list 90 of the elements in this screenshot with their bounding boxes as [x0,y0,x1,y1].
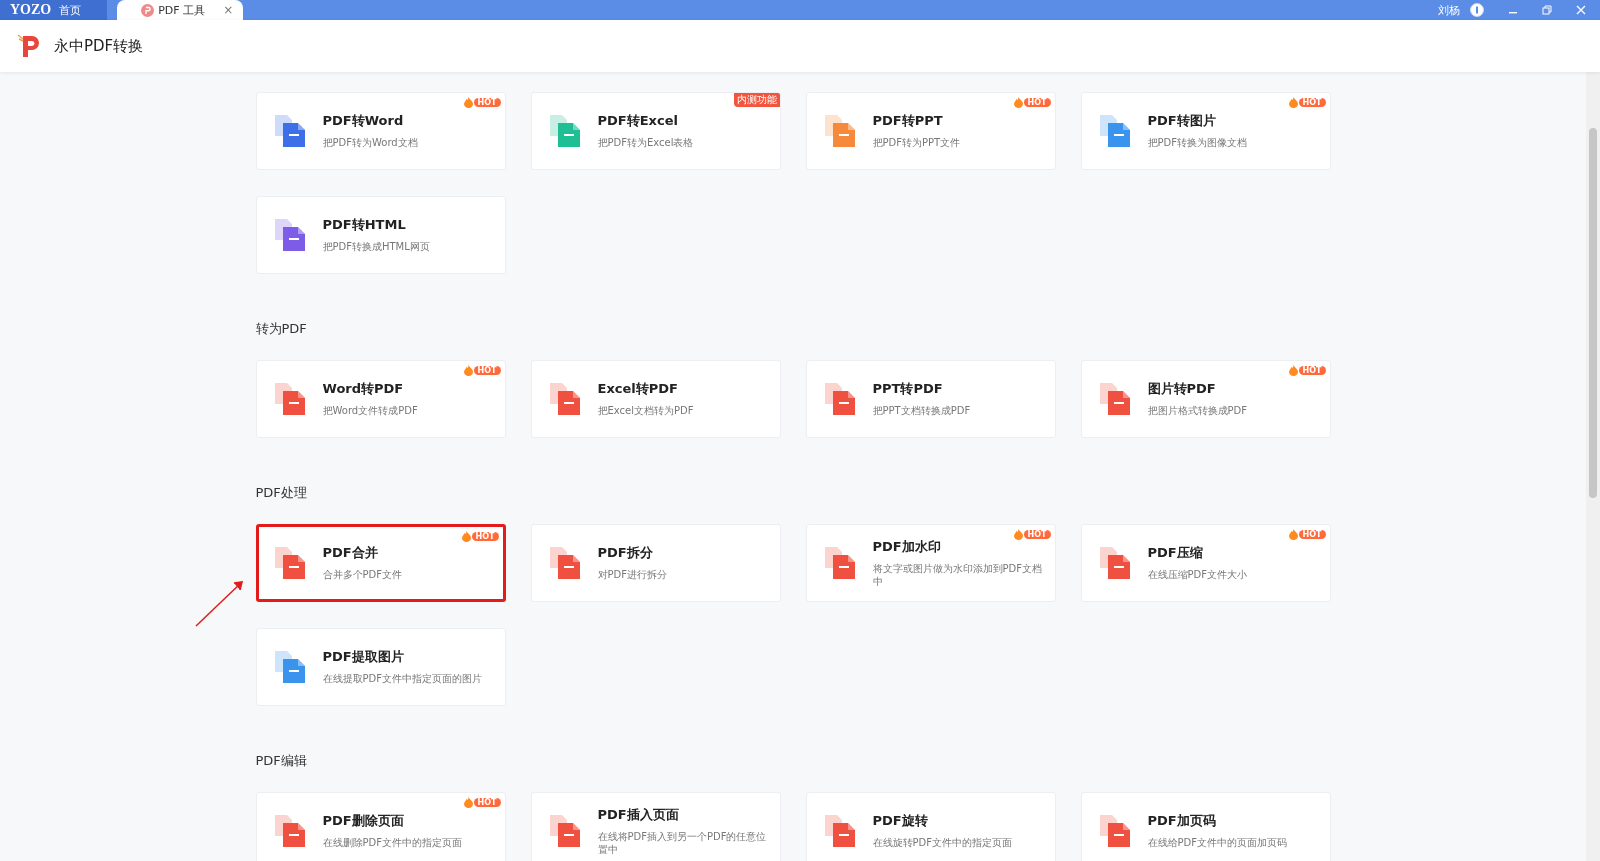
flame-icon [1013,529,1023,540]
badge-label: HOT [471,532,499,541]
logo-text: YOZO [10,2,52,18]
card-description: 将文字或图片做为水印添加到PDF文档中 [872,561,1043,589]
card-description: 在线旋转PDF文件中的指定页面 [872,836,1012,850]
tab[interactable]: PDF 工具 × [117,0,244,20]
flame-icon [463,797,473,808]
card-title: PDF提取图片 [322,648,405,667]
card-description: 在线压缩PDF文件大小 [1147,568,1247,582]
card-title: PDF合并 [322,544,379,563]
flame-icon [1288,365,1298,376]
tool-card[interactable]: PDF旋转 在线旋转PDF文件中的指定页面 [805,792,1056,861]
home-label: 首页 [59,2,82,18]
tool-card[interactable]: PDF转Word 把PDF转为Word文档 HOT [255,92,506,170]
tool-card[interactable]: PDF转HTML 把PDF转换成HTML网页 [255,196,506,274]
card-description: 合并多个PDF文件 [322,568,402,582]
card-title: PDF转PPT [872,112,944,131]
tool-card[interactable]: PDF转PPT 把PDF转为PPT文件 HOT [805,92,1056,170]
tool-card[interactable]: Excel转PDF 把Excel文档转为PDF [530,360,781,438]
tool-card[interactable]: PDF拆分 对PDF进行拆分 [530,524,781,602]
home-tab[interactable]: YOZO 首页 [0,0,108,20]
card-description: 把Word文件转成PDF [322,404,418,418]
card-description: 把PDF转换成HTML网页 [322,240,430,254]
card-description: 把PDF转为PPT文件 [872,136,961,150]
card-title: PDF加页码 [1147,812,1217,831]
card-description: 把图片格式转换成PDF [1147,404,1247,418]
tool-card[interactable]: PDF提取图片 在线提取PDF文件中指定页面的图片 [255,628,506,706]
card-description: 在线删除PDF文件中的指定页面 [322,836,462,850]
scrollbar-thumb[interactable] [1589,128,1597,498]
card-title: PDF转Word [322,112,405,131]
app-title: 永中PDF转换 [54,36,144,56]
tool-card[interactable]: PDF插入页面 在线将PDF插入到另一个PDF的任意位置中 [530,792,781,861]
user-name: 刘杨 [1438,2,1460,18]
flame-icon [463,97,473,108]
card-title: PDF旋转 [872,812,929,831]
badge-label: HOT [473,798,501,807]
card-description: 把PDF转为Excel表格 [597,136,694,150]
tool-card[interactable]: PDF转图片 把PDF转换为图像文档 HOT [1080,92,1331,170]
scrollbar[interactable] [1586,72,1600,861]
card-title: PDF删除页面 [322,812,405,831]
flame-icon [463,365,473,376]
flame-icon [461,531,471,542]
badge-label: HOT [473,98,501,107]
tool-card[interactable]: PPT转PDF 把PPT文档转换成PDF [805,360,1056,438]
section-title: PDF编辑 [255,752,308,770]
badge-label: HOT [1298,98,1326,107]
tool-card[interactable]: 图片转PDF 把图片格式转换成PDF HOT [1080,360,1331,438]
beta-badge: 内测功能 [733,93,780,107]
card-title: Excel转PDF [597,380,679,399]
card-description: 对PDF进行拆分 [597,568,667,582]
badge-label: HOT [1298,366,1326,375]
badge-label: HOT [1023,98,1051,107]
card-description: 在线提取PDF文件中指定页面的图片 [322,672,482,686]
card-description: 在线将PDF插入到另一个PDF的任意位置中 [597,829,768,857]
tool-card[interactable]: Word转PDF 把Word文件转成PDF HOT [255,360,506,438]
card-description: 把PPT文档转换成PDF [872,404,971,418]
card-title: PDF压缩 [1147,544,1204,563]
badge-label: HOT [1023,530,1051,539]
tool-card[interactable]: PDF删除页面 在线删除PDF文件中的指定页面 HOT [255,792,506,861]
section-title: PDF处理 [255,484,308,502]
section-title: 转为PDF [255,320,308,338]
flame-icon [1013,97,1023,108]
card-title: PDF转图片 [1147,112,1217,131]
close-tab-button[interactable]: × [223,3,234,17]
tool-card[interactable]: PDF转Excel 把PDF转为Excel表格 内测功能 [530,92,781,170]
card-title: PPT转PDF [872,380,944,399]
card-description: 把PDF转换为图像文档 [1147,136,1247,150]
card-description: 在线给PDF文件中的页面加页码 [1147,836,1287,850]
tab-label: PDF 工具 [158,2,206,18]
pdf-logo-icon [141,3,155,17]
tool-card[interactable]: PDF压缩 在线压缩PDF文件大小 HOT [1080,524,1331,602]
close-icon[interactable] [1576,5,1586,15]
card-title: PDF转Excel [597,112,679,131]
flame-icon [1288,529,1298,540]
card-title: 图片转PDF [1147,380,1217,399]
card-description: 把PDF转为Word文档 [322,136,418,150]
badge-label: HOT [1298,530,1326,539]
tool-card[interactable]: PDF加页码 在线给PDF文件中的页面加页码 [1080,792,1331,861]
annotation-arrow [194,578,246,628]
card-title: PDF加水印 [872,537,942,556]
badge-label: HOT [473,366,501,375]
card-title: Word转PDF [322,380,405,399]
card-title: PDF拆分 [597,544,654,563]
card-title: PDF转HTML [322,216,407,235]
flame-icon [1288,97,1298,108]
tool-card[interactable]: PDF合并 合并多个PDF文件 HOT [255,524,506,602]
tool-card[interactable]: PDF加水印 将文字或图片做为水印添加到PDF文档中 HOT [805,524,1056,602]
restore-icon[interactable] [1542,5,1552,15]
card-title: PDF插入页面 [597,805,680,824]
card-description: 把Excel文档转为PDF [597,404,694,418]
